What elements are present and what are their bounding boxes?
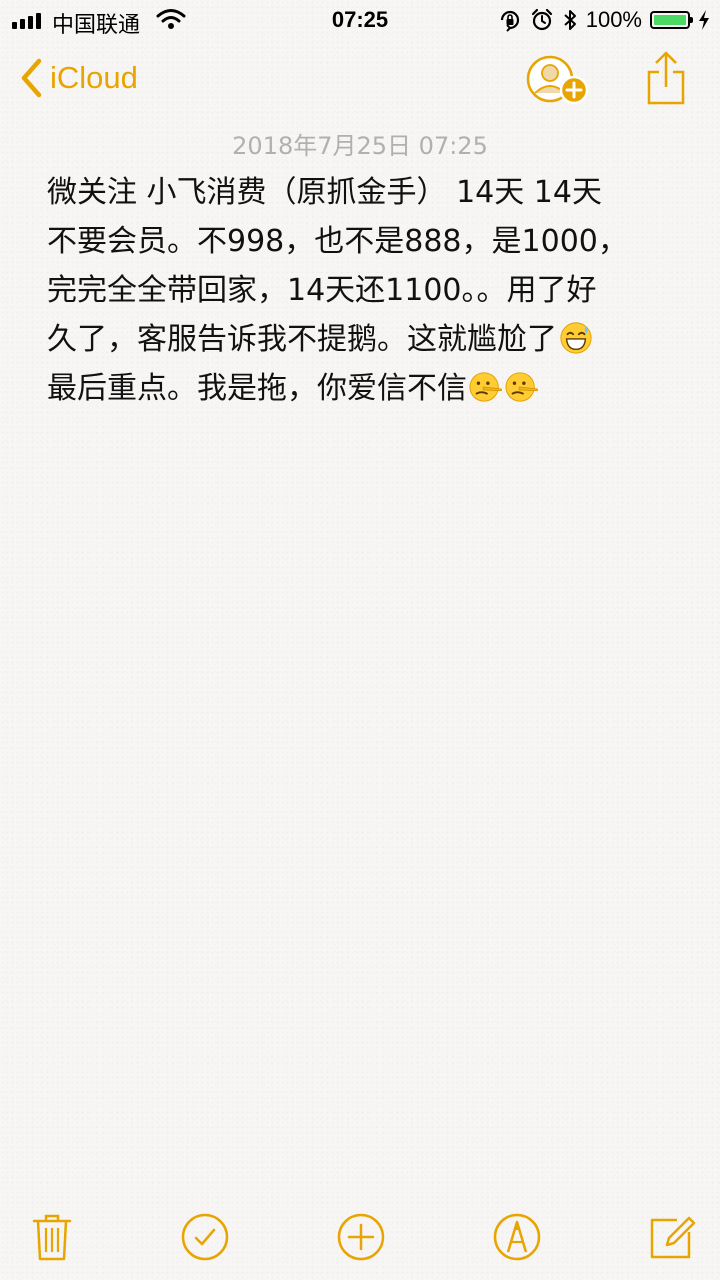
orientation-lock-icon: [500, 10, 519, 32]
battery-level-fill: [654, 15, 686, 25]
checklist-icon: [181, 1213, 229, 1261]
share-button[interactable]: [646, 50, 686, 111]
status-right-group: 100%: [498, 5, 710, 35]
note-line: 最后重点。我是拖，你爱信不信: [47, 364, 687, 413]
battery-percent: 100%: [585, 7, 642, 32]
back-button[interactable]: iCloud: [20, 58, 138, 98]
markup-icon: [493, 1213, 541, 1261]
alarm-icon: [531, 8, 552, 31]
note-line: 完完全全带回家，14天还1100。。用了好: [47, 273, 597, 308]
status-bar: 中国联通 07:25 100%: [0, 0, 720, 40]
chevron-left-icon: [21, 58, 42, 98]
delete-button[interactable]: [25, 1210, 79, 1264]
note-date: 2018年7月25日 07:25: [232, 132, 488, 160]
share-icon: [647, 51, 685, 105]
compose-icon: [650, 1216, 696, 1259]
compose-button[interactable]: [645, 1210, 699, 1264]
note-body[interactable]: 微关注 小飞消费（原抓金手） 14天 14天 不要会员。不998，也不是888，…: [47, 168, 687, 413]
add-person-button[interactable]: [526, 55, 589, 105]
battery-icon: [650, 11, 693, 29]
trash-icon: [32, 1214, 72, 1261]
checklist-button[interactable]: [178, 1210, 232, 1264]
bluetooth-icon: [564, 10, 576, 30]
lying-face-emoji-icon: [505, 372, 538, 402]
add-button[interactable]: [334, 1210, 388, 1264]
grinning-sweat-emoji-icon: [560, 322, 592, 354]
charging-icon: [699, 10, 709, 30]
note-line: 不要会员。不998，也不是888，是1000，: [47, 224, 628, 259]
note-line: 微关注 小飞消费（原抓金手） 14天 14天: [47, 175, 602, 210]
add-icon: [337, 1213, 385, 1261]
add-person-icon: [526, 55, 589, 105]
back-button-label: iCloud: [50, 60, 138, 95]
markup-button[interactable]: [490, 1210, 544, 1264]
lying-face-emoji-icon: [469, 372, 502, 402]
note-line: 久了，客服告诉我不提鹅。这就尴尬了: [47, 315, 687, 364]
